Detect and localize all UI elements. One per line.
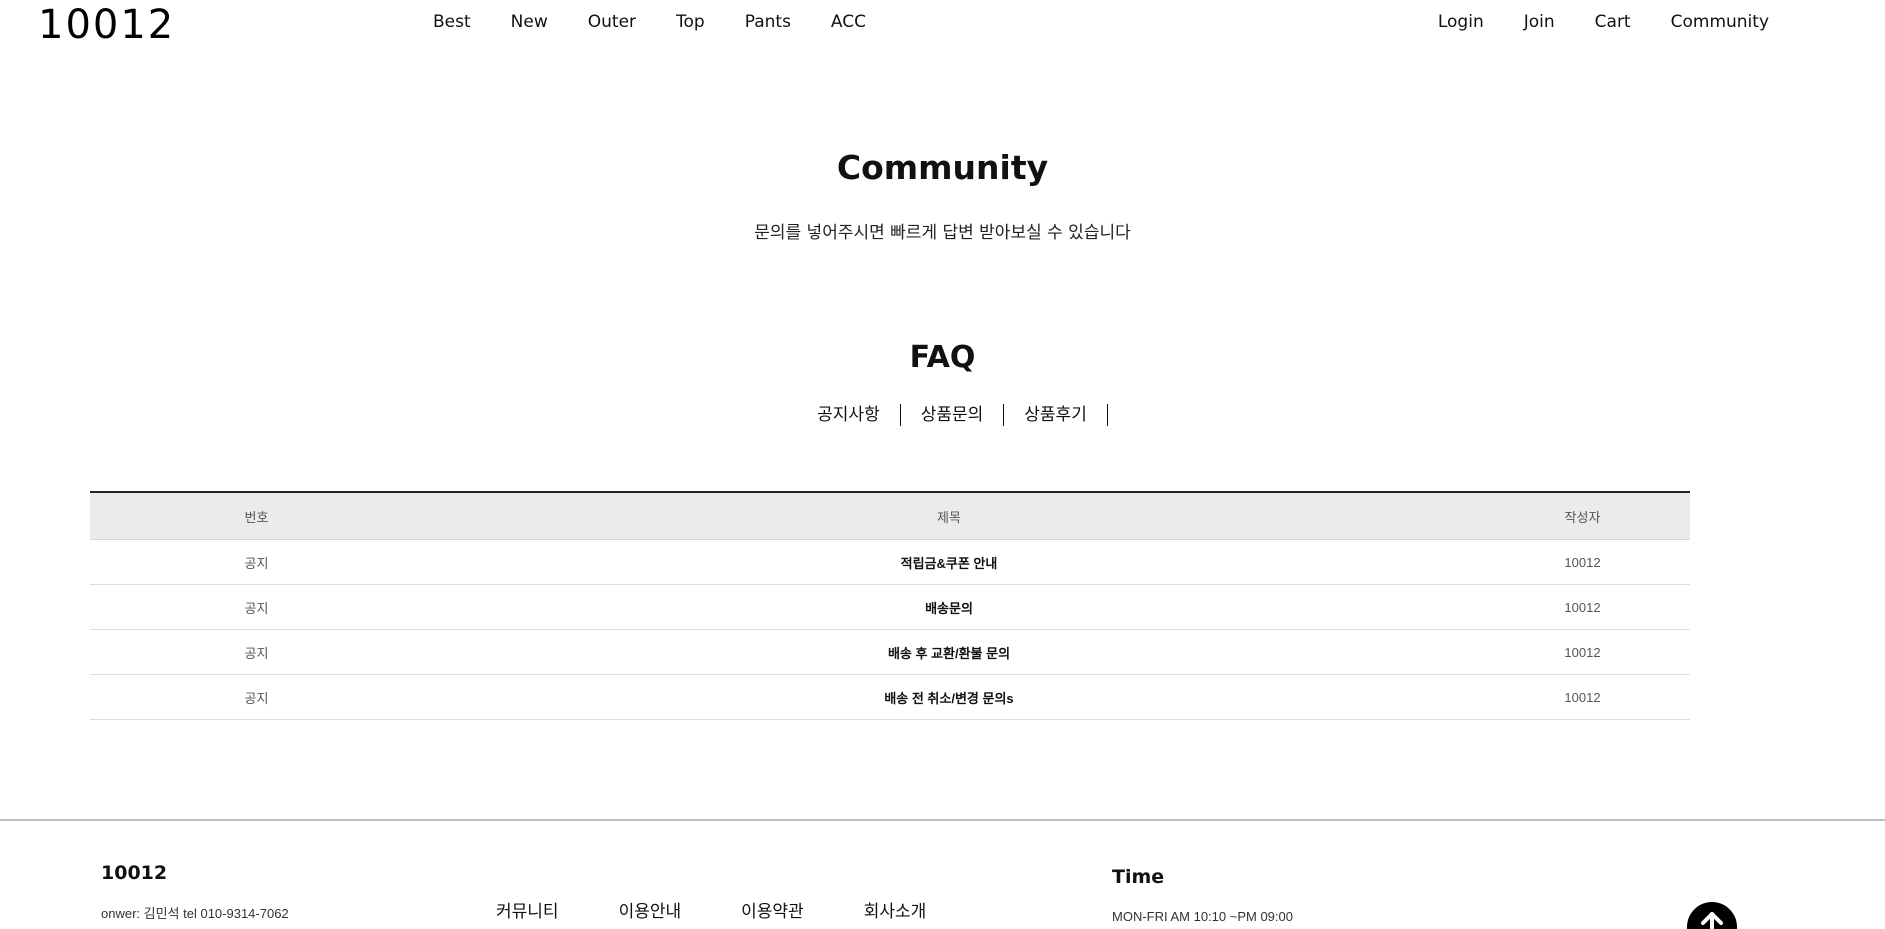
row-title-link[interactable]: 배송문의 — [423, 598, 1475, 617]
footer-owner-info: onwer: 김민석 tel 010-9314-7062 — [101, 906, 289, 921]
tab-notice[interactable]: 공지사항 — [797, 404, 901, 426]
page-subtitle: 문의를 넣어주시면 빠르게 답변 받아보실 수 있습니다 — [754, 223, 1131, 243]
nav-new[interactable]: New — [511, 12, 548, 32]
nav-acc[interactable]: ACC — [831, 12, 866, 32]
nav-outer[interactable]: Outer — [588, 12, 636, 32]
nav-community[interactable]: Community — [1671, 12, 1769, 32]
row-no: 공지 — [244, 600, 269, 616]
table-row[interactable]: 공지 배송 후 교환/환불 문의 10012 — [90, 630, 1690, 675]
nav-cart[interactable]: Cart — [1595, 12, 1631, 32]
footer-link-about[interactable]: 회사소개 — [864, 897, 927, 922]
footer-links: 커뮤니티 이용안내 이용약관 회사소개 — [496, 897, 986, 922]
row-title-link[interactable]: 적립금&쿠폰 안내 — [423, 553, 1475, 572]
footer-link-guide[interactable]: 이용안내 — [619, 897, 682, 922]
row-no: 공지 — [244, 645, 269, 661]
footer-time: MON-FRI AM 10:10 ~PM 09:00 — [1112, 909, 1293, 924]
row-author: 10012 — [1564, 689, 1601, 705]
tab-product-inquiry[interactable]: 상품문의 — [901, 404, 1005, 426]
nav-best[interactable]: Best — [433, 12, 471, 32]
row-title-link[interactable]: 배송 전 취소/변경 문의s — [423, 688, 1475, 707]
row-author: 10012 — [1564, 554, 1601, 570]
user-nav: Login Join Cart Community — [1398, 12, 1769, 32]
row-author: 10012 — [1564, 644, 1601, 660]
header-no: 번호 — [244, 509, 269, 525]
site-header: 10012 Best New Outer Top Pants ACC Login… — [0, 0, 1885, 48]
row-no: 공지 — [244, 555, 269, 571]
nav-join[interactable]: Join — [1524, 12, 1555, 32]
header-author: 작성자 — [1564, 509, 1601, 525]
table-row[interactable]: 공지 적립금&쿠폰 안내 10012 — [90, 540, 1690, 585]
footer-brand: 10012 — [101, 862, 168, 884]
main-nav: Best New Outer Top Pants ACC — [433, 12, 906, 32]
header-title: 제목 — [937, 509, 961, 525]
footer-link-community[interactable]: 커뮤니티 — [496, 897, 559, 922]
table-row[interactable]: 공지 배송 전 취소/변경 문의s 10012 — [90, 675, 1690, 720]
tab-product-review[interactable]: 상품후기 — [1004, 404, 1108, 426]
table-header: 번호 제목 작성자 — [90, 493, 1690, 540]
faq-title: FAQ — [909, 340, 976, 375]
page-title: Community — [836, 148, 1049, 187]
arrow-up-icon — [1701, 912, 1723, 929]
row-title-link[interactable]: 배송 후 교환/환불 문의 — [423, 643, 1475, 662]
board-table: 번호 제목 작성자 공지 적립금&쿠폰 안내 10012 공지 배송문의 100… — [90, 491, 1690, 720]
row-author: 10012 — [1564, 599, 1601, 615]
scroll-top-button[interactable] — [1687, 902, 1737, 929]
table-row[interactable]: 공지 배송문의 10012 — [90, 585, 1690, 630]
footer-divider — [0, 819, 1885, 821]
faq-tabs: 공지사항 상품문의 상품후기 — [0, 404, 1885, 426]
footer-time-title: Time — [1112, 866, 1165, 888]
site-logo[interactable]: 10012 — [38, 2, 175, 48]
nav-pants[interactable]: Pants — [745, 12, 791, 32]
nav-top[interactable]: Top — [676, 12, 705, 32]
row-no: 공지 — [244, 690, 269, 706]
footer-link-terms[interactable]: 이용약관 — [741, 897, 804, 922]
nav-login[interactable]: Login — [1438, 12, 1484, 32]
